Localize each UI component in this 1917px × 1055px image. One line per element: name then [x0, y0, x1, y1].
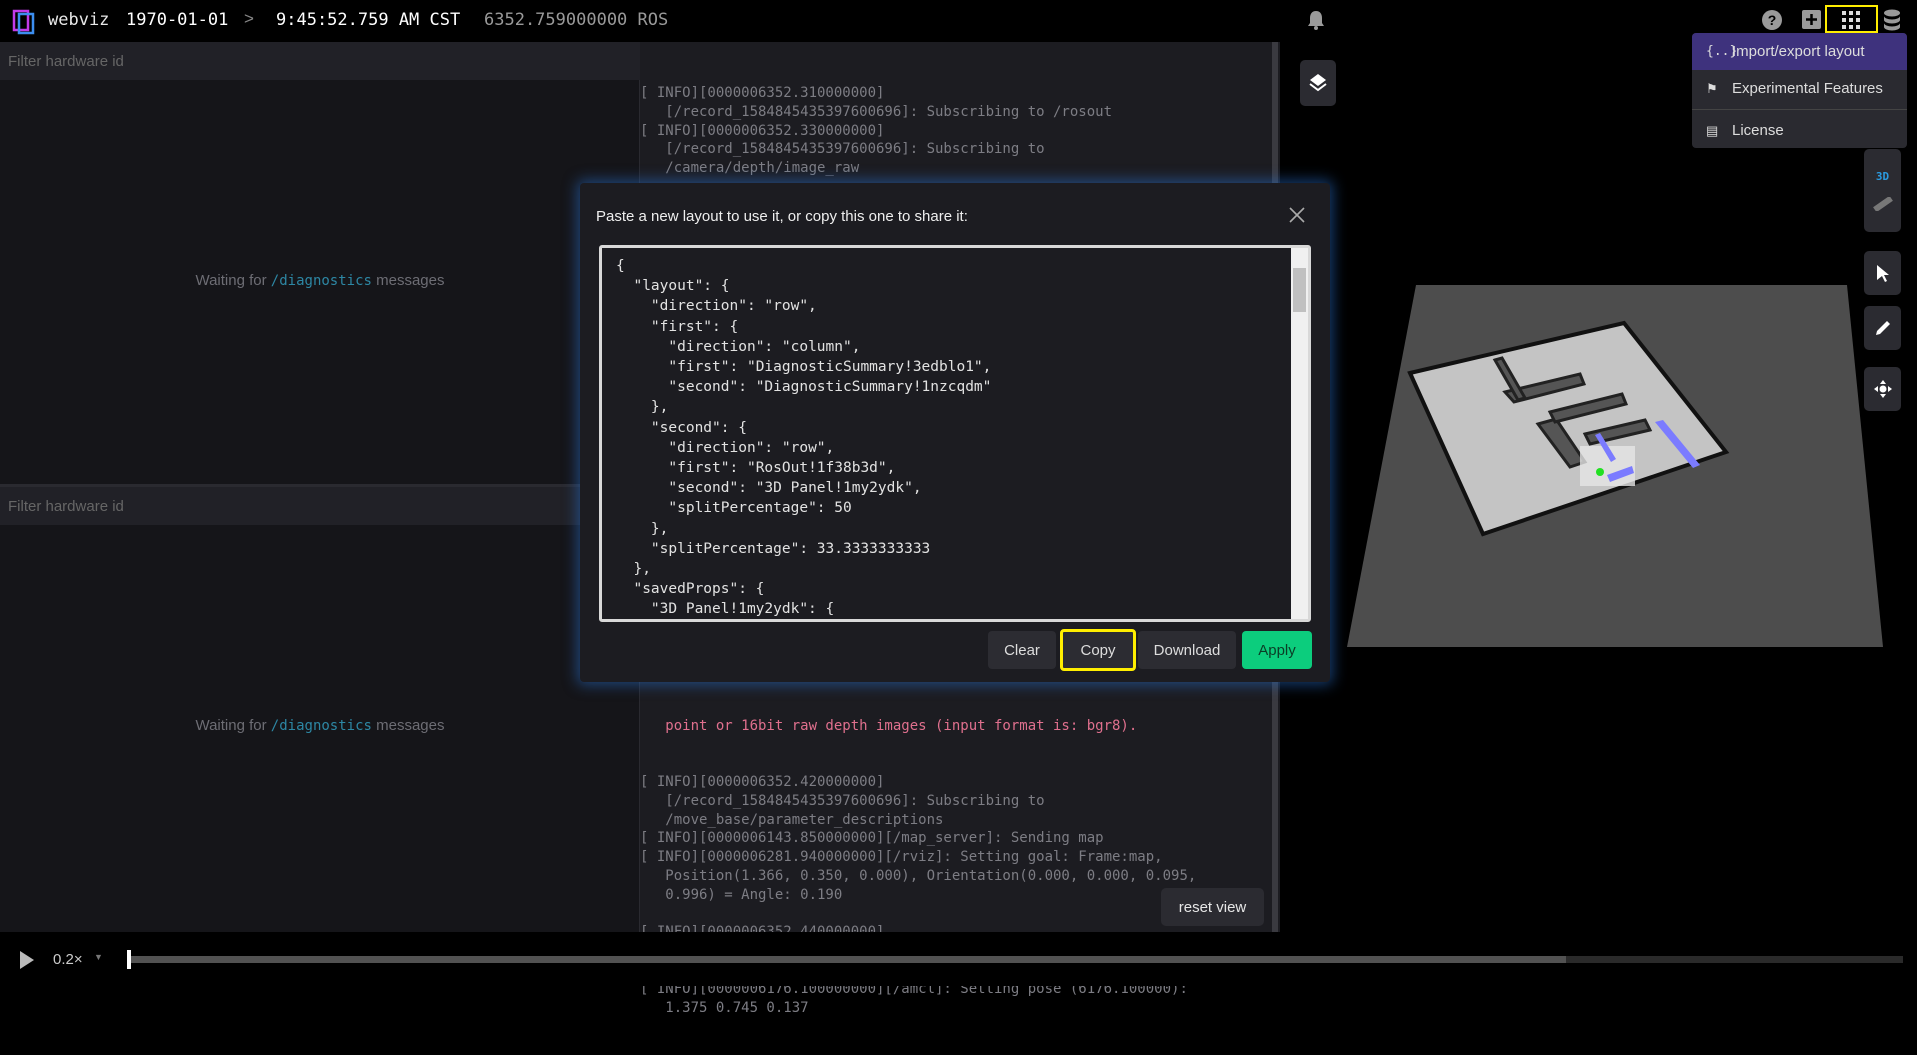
play-icon[interactable]: [19, 950, 35, 970]
menu-divider: [1692, 109, 1907, 110]
flag-icon: ⚑: [1706, 80, 1718, 96]
menu-item-label: Experimental Features: [1732, 80, 1883, 97]
ruler-icon[interactable]: [1872, 197, 1893, 211]
textarea-scrollbar[interactable]: [1291, 248, 1308, 619]
filter-hardware-id-input[interactable]: Filter hardware id: [0, 42, 640, 80]
date: 1970-01-01: [126, 10, 229, 30]
timeline-scrubber[interactable]: [127, 950, 1903, 969]
waiting-message: Waiting for /diagnostics messages: [0, 272, 640, 289]
log-line: [/record_1584845435397600696]: Subscribi…: [640, 141, 1045, 158]
layout-menu-icon: [1842, 11, 1860, 29]
svg-text:?: ?: [1768, 12, 1777, 28]
log-line: [ INFO][0000006352.310000000]: [640, 85, 885, 101]
log-lines-bottom: point or 16bit raw depth images (input f…: [640, 679, 1196, 1055]
move-icon: [1873, 380, 1892, 398]
topic-name: /diagnostics: [270, 273, 372, 289]
topic-name: /diagnostics: [270, 718, 372, 734]
layout-menu-button[interactable]: [1825, 5, 1878, 33]
menu-item-label: Import/export layout: [1732, 43, 1865, 60]
select-tool-button[interactable]: [1864, 251, 1901, 295]
apply-button[interactable]: Apply: [1242, 631, 1312, 669]
document-icon: ▤: [1706, 122, 1719, 138]
log-line: /camera/depth/image_raw: [640, 160, 860, 177]
log-line: [ INFO][0000006352.420000000]: [640, 773, 885, 790]
select-icon: [1876, 265, 1889, 282]
braces-icon: {..}: [1706, 44, 1738, 59]
wall-time[interactable]: 9:45:52.759 AM CST: [276, 10, 460, 30]
log-line: [ INFO][0000006143.850000000][/map_serve…: [640, 830, 1104, 847]
log-line: 0.996) = Angle: 0.190: [640, 886, 843, 903]
layers-icon: [1309, 74, 1327, 92]
layout-json-textarea[interactable]: { "layout": { "direction": "row", "first…: [599, 245, 1311, 622]
3d-map-view[interactable]: [1280, 42, 1917, 932]
waiting-suffix: messages: [376, 272, 445, 289]
menu-item-license[interactable]: ▤ License: [1692, 112, 1907, 148]
3d-mode-toggle[interactable]: 3D: [1876, 170, 1889, 183]
draw-tool-button[interactable]: [1864, 306, 1901, 350]
database-icon[interactable]: [1883, 9, 1901, 31]
waiting-suffix: messages: [376, 717, 445, 734]
waiting-message: Waiting for /diagnostics messages: [0, 717, 640, 734]
reset-view-button[interactable]: reset view: [1161, 888, 1264, 926]
pencil-icon: [1875, 321, 1890, 335]
chevron-down-icon[interactable]: ▼: [94, 952, 103, 962]
close-icon[interactable]: [1289, 207, 1305, 223]
log-line: [/record_1584845435397600696]: Subscribi…: [640, 103, 1113, 120]
download-button[interactable]: Download: [1138, 631, 1236, 669]
log-line: [ INFO][0000006281.940000000][/rviz]: Se…: [640, 849, 1163, 866]
app-menu: {..} Import/export layout ⚑ Experimental F…: [1692, 33, 1907, 148]
log-line: [/record_1584845435397600696]: Subscribi…: [640, 792, 1045, 809]
clear-button[interactable]: Clear: [988, 631, 1056, 669]
loaded-range: [127, 956, 1566, 963]
menu-item-label: License: [1732, 122, 1784, 139]
log-error-line: point or 16bit raw depth images (input f…: [640, 717, 1138, 734]
app-name: webviz: [48, 10, 110, 30]
diagnostics-panels: Filter hardware id Waiting for /diagnost…: [0, 42, 640, 932]
ros-time: 6352.759000000 ROS: [484, 10, 669, 30]
modal-title: Paste a new layout to use it, or copy th…: [596, 208, 968, 225]
view-toggle-group: 3D: [1864, 149, 1901, 232]
playback-bar: 0.2× ▼: [0, 932, 1917, 986]
move-tool-button[interactable]: [1864, 367, 1901, 411]
menu-item-experimental-features[interactable]: ⚑ Experimental Features: [1692, 70, 1907, 107]
3d-panel[interactable]: 3D reset view: [1161, 42, 1917, 932]
filter-hardware-id-input[interactable]: Filter hardware id: [0, 487, 640, 525]
log-line: /move_base/parameter_descriptions: [640, 811, 944, 828]
help-icon[interactable]: ?: [1761, 9, 1783, 31]
playhead[interactable]: [127, 950, 131, 969]
layers-button[interactable]: [1300, 60, 1336, 106]
menu-item-import-export-layout[interactable]: {..} Import/export layout: [1692, 33, 1907, 70]
top-bar: webviz 1970-01-01 > 9:45:52.759 AM CST 6…: [0, 0, 1917, 42]
log-line: [ INFO][0000006352.330000000]: [640, 122, 885, 139]
logo-icon: [12, 9, 35, 35]
log-line: 1.375 0.745 0.137: [640, 999, 809, 1016]
copy-button[interactable]: Copy: [1060, 629, 1136, 671]
log-lines-top: [ INFO][0000006352.310000000] [/record_1…: [640, 84, 1112, 178]
playback-speed-select[interactable]: 0.2×: [53, 951, 83, 968]
scrollbar-thumb[interactable]: [1293, 268, 1306, 312]
import-export-layout-modal: Paste a new layout to use it, or copy th…: [580, 183, 1330, 682]
waiting-prefix: Waiting for: [195, 272, 267, 289]
waiting-prefix: Waiting for: [195, 717, 267, 734]
log-line: Position(1.366, 0.350, 0.000), Orientati…: [640, 867, 1197, 884]
date-separator: >: [244, 9, 254, 28]
add-panel-icon[interactable]: [1802, 10, 1821, 29]
bell-icon[interactable]: [1306, 9, 1326, 31]
